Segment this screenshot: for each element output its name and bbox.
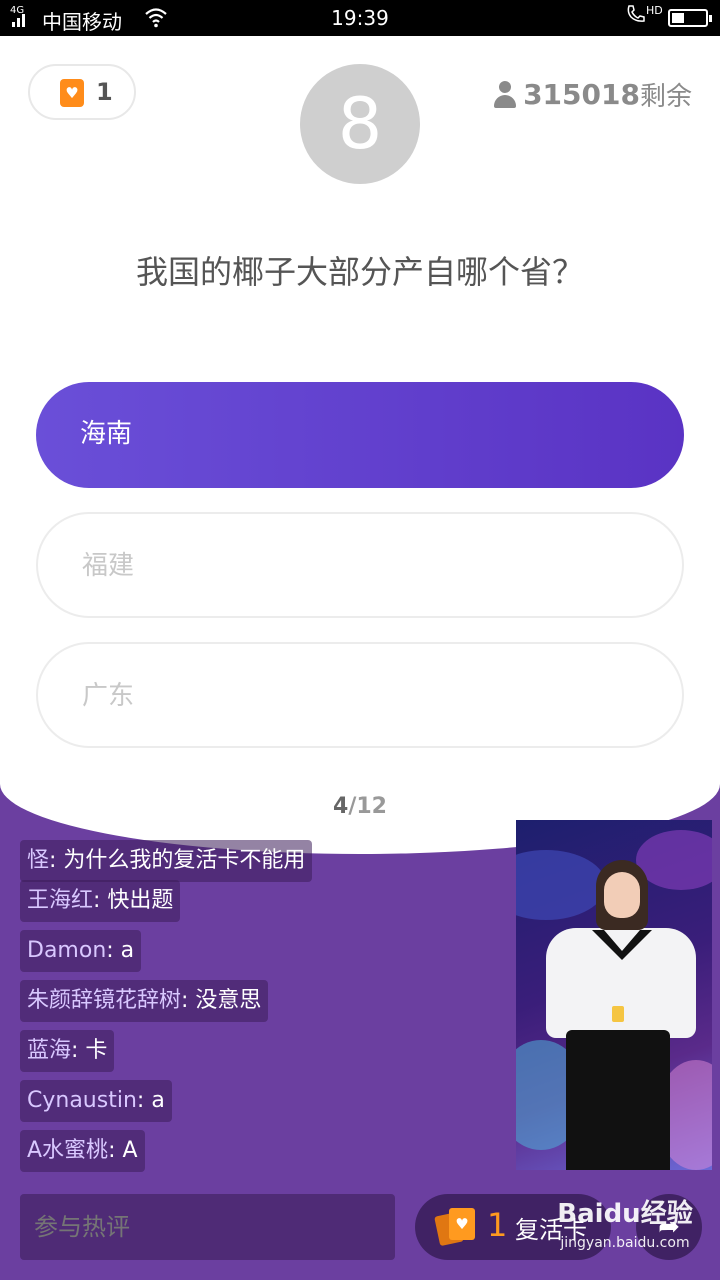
hd-label: HD [646,4,663,17]
comment-user: Cynaustin [27,1088,137,1113]
user-icon [493,80,517,109]
host-video[interactable] [516,820,712,1170]
question-progress: 4/12 [0,794,720,819]
battery-icon [668,9,712,27]
comment-message: a [151,1088,165,1113]
comment-message: A [122,1138,138,1163]
comment-message: 卡 [85,1038,108,1063]
remaining-label: 剩余 [639,82,692,112]
baidu-watermark: Baidu经验 jingyan.baidu.com [540,1196,710,1268]
comment-item: A水蜜桃: A [20,1130,145,1172]
call-hd-icon: HD [626,4,663,24]
comment-user: A水蜜桃 [27,1138,109,1163]
answer-option-1[interactable]: 海南 [36,382,684,488]
lives-pill[interactable]: ♥ 1 [28,64,136,120]
revive-count: 1 [487,1206,508,1244]
comment-user: Damon [27,938,107,963]
answer-option-3[interactable]: 广东 [36,642,684,748]
heart-card-icon: ♥ [60,79,84,107]
watermark-logo: Baidu经验 [557,1199,693,1229]
comment-user: 怪 [27,848,50,873]
progress-total: 12 [356,794,387,819]
comment-item: 蓝海: 卡 [20,1030,115,1072]
comment-item: Damon: a [20,930,142,972]
quiz-card: ♥ 1 8 315018 剩余 我国的椰子大部分产自哪个省？ 海南 福建 广东 … [0,36,720,854]
revive-card-icon: ♥ [434,1208,477,1247]
comment-item: Cynaustin: a [20,1080,172,1122]
remaining-players: 315018 剩余 [493,76,692,113]
comment-message: 为什么我的复活卡不能用 [63,848,306,873]
question-text: 我国的椰子大部分产自哪个省？ [135,253,584,291]
remaining-count: 315018 [523,78,640,111]
status-bar: 4G 中国移动 19:39 HD [0,0,720,36]
comment-message: 没意思 [195,988,262,1013]
countdown-timer: 8 [300,64,420,184]
comment-item: 朱颜辞镜花辞树: 没意思 [20,980,269,1022]
progress-current: 4 [333,794,349,819]
comment-user: 王海红 [27,888,94,913]
answer-option-2[interactable]: 福建 [36,512,684,618]
comment-message: a [120,938,135,963]
revive-card-prop [612,1006,624,1022]
comment-item: 怪: 为什么我的复活卡不能用 [20,840,313,882]
comment-user: 朱颜辞镜花辞树 [27,988,182,1013]
comment-item: 王海红: 快出题 [20,880,181,922]
comment-user: 蓝海 [27,1038,72,1063]
comment-message: 快出题 [107,888,174,913]
comment-input[interactable] [20,1194,395,1260]
watermark-url: jingyan.baidu.com [560,1235,690,1251]
lives-count: 1 [96,78,113,106]
clock: 19:39 [331,6,389,30]
